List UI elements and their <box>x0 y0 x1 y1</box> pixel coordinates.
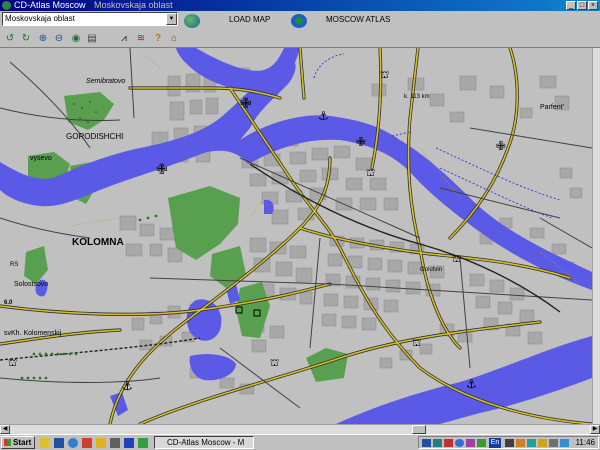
speaker-icon[interactable] <box>505 439 514 447</box>
station-icon: ⛫ <box>8 358 17 369</box>
taskbar-task-cd-atlas[interactable]: CD-Atlas Moscow - M <box>154 436 254 449</box>
calendar-icon[interactable] <box>516 439 525 447</box>
desktop-icon[interactable] <box>54 438 64 448</box>
help-icon[interactable]: ? <box>152 33 164 45</box>
label-rs: RS <box>10 262 18 268</box>
people-icon[interactable] <box>466 439 475 447</box>
label-km: k. 113 km <box>404 94 430 100</box>
taskbar: Start CD-Atlas Moscow - M En 11:46 <box>0 434 600 450</box>
label-semibratovo: Semibratovo <box>86 78 125 85</box>
globe-icon[interactable]: ◉ <box>70 33 82 45</box>
measure-icon[interactable]: ⩘ <box>118 33 130 45</box>
label-parfent: Parfent' <box>540 104 564 111</box>
explorer-icon[interactable] <box>40 438 50 448</box>
station-icon: ⛫ <box>380 70 389 81</box>
scroll-right-arrow-icon[interactable]: ▶ <box>590 425 600 434</box>
shield-icon[interactable] <box>444 439 453 447</box>
word-icon[interactable] <box>124 438 134 448</box>
app-icon[interactable] <box>138 438 148 448</box>
network-icon[interactable] <box>422 439 431 447</box>
moscow-atlas-globe-icon[interactable] <box>291 14 307 28</box>
zoom-in-icon[interactable]: ⊕ <box>37 33 49 45</box>
load-map-button[interactable]: LOAD MAP <box>229 13 270 27</box>
station-icon: ⛫ <box>366 168 375 179</box>
region-select-value: Moskovskaja oblast <box>5 14 75 23</box>
minimize-button[interactable]: _ <box>566 1 576 10</box>
scroll-thumb[interactable] <box>412 425 426 434</box>
load-map-globe-icon[interactable] <box>184 14 200 28</box>
station-icon: ⛫ <box>412 338 421 349</box>
home-icon[interactable]: ⌂ <box>168 33 180 45</box>
horizontal-scrollbar[interactable]: ◀ ▶ <box>0 424 600 434</box>
label-vysevo: vysevo <box>30 155 52 162</box>
church-icon: ✙ <box>240 96 252 112</box>
window-title: CD-Atlas Moscow <box>14 0 86 10</box>
vertical-scrollbar[interactable] <box>592 48 600 424</box>
print-icon[interactable]: ▤ <box>86 33 98 45</box>
station-icon: ⛫ <box>452 254 461 265</box>
station-icon: ⛫ <box>270 358 279 369</box>
map-view[interactable]: ✙ ✙ ✙ ✙ ⚓ ⚓ ⚓ ⛫ ⛫ ⛫ ⛫ ⛫ ⛫ Semibratovo GO… <box>0 48 592 424</box>
printer-icon[interactable] <box>549 439 558 447</box>
church-icon: ✙ <box>496 139 506 153</box>
language-indicator[interactable]: En <box>489 438 501 448</box>
window-subtitle: Moskovskaja oblast <box>94 0 173 10</box>
sync-icon[interactable] <box>560 439 569 447</box>
anchor-icon: ⚓ <box>122 379 133 393</box>
scroll-left-arrow-icon[interactable]: ◀ <box>0 425 10 434</box>
top-toolbar: Moskovskaja oblast ▼ LOAD MAP MOSCOW ATL… <box>0 11 600 31</box>
region-select[interactable]: Moskovskaja oblast ▼ <box>2 12 178 26</box>
chevron-down-icon[interactable]: ▼ <box>166 13 177 25</box>
label-kolomna: KOLOMNA <box>72 237 124 248</box>
alert-icon[interactable] <box>538 439 547 447</box>
label-gorodishchi: GORODISHCHI <box>66 132 123 141</box>
refresh-icon[interactable]: ↻ <box>20 33 32 45</box>
anchor-icon: ⚓ <box>466 377 477 391</box>
title-bar: CD-Atlas Moscow Moskovskaja oblast _ □ × <box>0 0 600 11</box>
label-golutvin: Golutvin <box>420 267 442 273</box>
tools-toolbar: ↺ ↻ ⊕ ⊖ ◉ ▤ ⩘ ≋ ? ⌂ <box>0 31 600 48</box>
browser-icon[interactable] <box>68 438 78 448</box>
chart-icon[interactable] <box>477 439 486 447</box>
close-button[interactable]: × <box>588 1 598 10</box>
mail-icon[interactable] <box>82 438 92 448</box>
start-button[interactable]: Start <box>1 436 35 449</box>
media-icon[interactable] <box>110 438 120 448</box>
monitor-icon[interactable] <box>433 439 442 447</box>
label-sovkhoz: svKh. Kolomenskij <box>4 330 62 337</box>
label-solostsovo: Solostsovo <box>14 281 48 288</box>
maximize-button[interactable]: □ <box>577 1 587 10</box>
folder-icon[interactable] <box>96 438 106 448</box>
church-icon: ✙ <box>356 135 366 149</box>
moscow-atlas-button[interactable]: MOSCOW ATLAS <box>326 13 390 27</box>
label-elevation: 6.0 <box>4 300 13 306</box>
layers-icon[interactable]: ≋ <box>135 33 147 45</box>
globe-icon[interactable] <box>455 439 464 447</box>
window-controls: _ □ × <box>566 1 598 10</box>
back-icon[interactable]: ↺ <box>4 33 16 45</box>
antivirus-icon[interactable] <box>527 439 536 447</box>
church-icon: ✙ <box>156 162 168 178</box>
app-icon <box>2 1 11 10</box>
map-canvas[interactable]: ✙ ✙ ✙ ✙ ⚓ ⚓ ⚓ ⛫ ⛫ ⛫ ⛫ ⛫ ⛫ Semibratovo GO… <box>0 48 592 424</box>
taskbar-clock[interactable]: 11:46 <box>576 437 595 449</box>
zoom-out-icon[interactable]: ⊖ <box>53 33 65 45</box>
anchor-icon: ⚓ <box>318 109 329 123</box>
system-tray: En 11:46 <box>418 436 599 449</box>
